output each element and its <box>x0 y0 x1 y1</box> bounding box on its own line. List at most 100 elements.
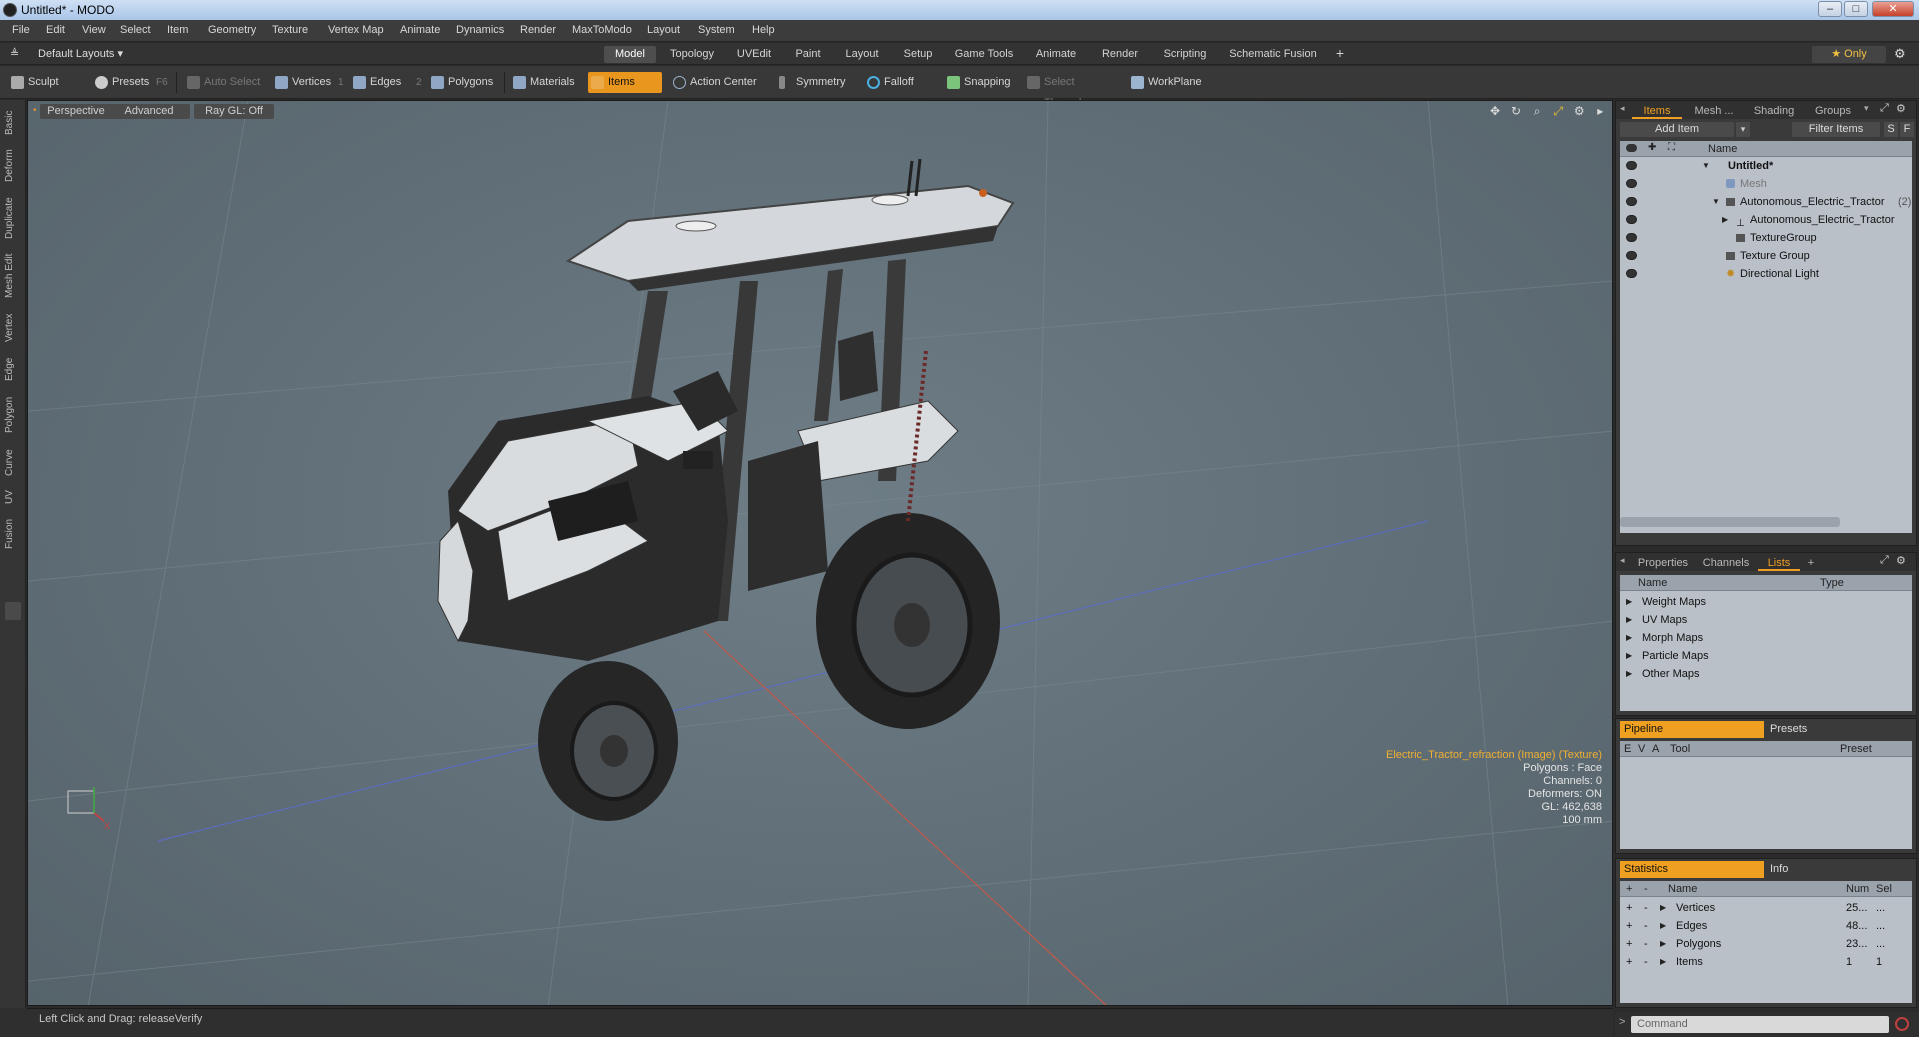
workplane-button[interactable]: WorkPlane <box>1128 72 1208 93</box>
rotate-icon[interactable]: ↻ <box>1509 104 1523 118</box>
menu-render[interactable]: Render <box>520 24 556 36</box>
add-item-dropdown-icon[interactable]: ▾ <box>1736 122 1750 137</box>
menu-item[interactable]: Item <box>167 24 188 36</box>
tab-setup[interactable]: Setup <box>894 46 942 63</box>
expand-arrow-icon[interactable]: ▶ <box>1722 211 1728 229</box>
expand-arrow-icon[interactable]: ▶ <box>1660 917 1666 935</box>
list-item-particle-maps[interactable]: ▶ Particle Maps <box>1620 647 1912 665</box>
tab-info[interactable]: Info <box>1766 861 1906 878</box>
s-button[interactable]: S <box>1884 122 1898 137</box>
remove-button[interactable]: - <box>1644 935 1648 953</box>
only-toggle[interactable]: ★ Only <box>1812 46 1886 63</box>
tab-model[interactable]: Model <box>604 46 656 63</box>
raygl-toggle[interactable]: Ray GL: Off <box>194 104 274 119</box>
item-row-texture-group[interactable]: Texture Group <box>1620 247 1912 265</box>
vtab-mesh-edit[interactable]: Mesh Edit <box>4 250 22 302</box>
tab-animate[interactable]: Animate <box>1026 46 1086 63</box>
expand-arrow-icon[interactable]: ▶ <box>1626 629 1632 647</box>
tab-dropdown-icon[interactable]: ▾ <box>1864 103 1869 114</box>
tab-channels[interactable]: Channels <box>1698 555 1754 571</box>
item-row-tractor-group[interactable]: ▼ Autonomous_Electric_Tractor (2) <box>1620 193 1912 211</box>
command-input[interactable]: Command <box>1631 1016 1889 1033</box>
menu-help[interactable]: Help <box>752 24 775 36</box>
layout-expand-icon[interactable]: ≜ <box>10 47 19 60</box>
menu-dynamics[interactable]: Dynamics <box>456 24 504 36</box>
panel-expand-icon[interactable]: ⤢ <box>1880 554 1889 567</box>
eye-icon[interactable] <box>1626 179 1637 188</box>
fit-icon[interactable]: ⤢ <box>1551 104 1565 118</box>
item-row-texturegroup[interactable]: TextureGroup <box>1620 229 1912 247</box>
vtab-uv[interactable]: UV <box>4 486 22 508</box>
vtab-vertex[interactable]: Vertex <box>4 308 22 348</box>
stats-row-items[interactable]: + - ▶ Items 1 1 <box>1620 953 1912 971</box>
add-panel-tab-button[interactable]: + <box>1804 555 1818 571</box>
remove-button[interactable]: - <box>1644 917 1648 935</box>
zoom-icon[interactable]: ⌕ <box>1530 104 1544 118</box>
add-layout-tab-button[interactable]: + <box>1332 43 1348 61</box>
menu-animate[interactable]: Animate <box>400 24 440 36</box>
materials-button[interactable]: Materials <box>510 72 580 93</box>
tab-topology[interactable]: Topology <box>662 46 722 63</box>
expand-arrow-icon[interactable]: ▼ <box>1712 193 1720 211</box>
auto-select-button[interactable]: Auto Select <box>184 72 264 93</box>
menu-geometry[interactable]: Geometry <box>208 24 256 36</box>
expand-arrow-icon[interactable]: ▶ <box>1660 935 1666 953</box>
remove-button[interactable]: - <box>1644 899 1648 917</box>
add-button[interactable]: + <box>1626 899 1632 917</box>
expand-arrow-icon[interactable]: ▶ <box>1660 899 1666 917</box>
expand-arrow-icon[interactable]: ▶ <box>1626 647 1632 665</box>
presets-button[interactable]: Presets <box>92 72 154 93</box>
expand-arrow-icon[interactable]: ▶ <box>1660 953 1666 971</box>
eye-icon[interactable] <box>1626 269 1637 278</box>
panel-expand-icon[interactable]: ⤢ <box>1880 102 1889 115</box>
menu-edit[interactable]: Edit <box>46 24 65 36</box>
vtab-fusion[interactable]: Fusion <box>4 514 22 554</box>
menu-system[interactable]: System <box>698 24 735 36</box>
pan-icon[interactable]: ✥ <box>1488 104 1502 118</box>
view-type-button[interactable]: Perspective <box>40 104 112 119</box>
record-icon[interactable] <box>1895 1017 1909 1031</box>
item-row-tractor-mesh[interactable]: ▶ ⊥ Autonomous_Electric_Tractor <box>1620 211 1912 229</box>
expand-arrow-icon[interactable]: ▼ <box>1702 157 1710 175</box>
tab-mesh[interactable]: Mesh ... <box>1686 103 1742 119</box>
tab-presets[interactable]: Presets <box>1766 721 1906 738</box>
snapping-button[interactable]: Snapping <box>944 72 1014 93</box>
stats-row-polygons[interactable]: + - ▶ Polygons 23... ... <box>1620 935 1912 953</box>
add-button[interactable]: + <box>1626 953 1632 971</box>
panel-gear-icon[interactable]: ⚙ <box>1896 554 1906 567</box>
expand-arrow-icon[interactable]: ▶ <box>1626 665 1632 683</box>
list-item-weight-maps[interactable]: ▶ Weight Maps <box>1620 593 1912 611</box>
expand-arrow-icon[interactable]: ▶ <box>1626 611 1632 629</box>
list-item-other-maps[interactable]: ▶ Other Maps <box>1620 665 1912 683</box>
close-button[interactable]: ✕ <box>1872 1 1914 17</box>
sculpt-button[interactable]: Sculpt <box>8 72 88 93</box>
vtab-basic[interactable]: Basic <box>4 106 22 140</box>
tab-statistics[interactable]: Statistics <box>1620 861 1764 878</box>
tab-items[interactable]: Items <box>1632 103 1682 119</box>
tab-properties[interactable]: Properties <box>1632 555 1694 571</box>
tab-pipeline[interactable]: Pipeline <box>1620 721 1764 738</box>
remove-button[interactable]: - <box>1644 953 1648 971</box>
shading-mode-button[interactable]: Advanced <box>108 104 190 119</box>
items-button[interactable]: Items <box>588 72 662 93</box>
menu-maxtomodo[interactable]: MaxToModo <box>572 24 632 36</box>
vtab-polygon[interactable]: Polygon <box>4 390 22 440</box>
eye-icon[interactable] <box>1626 161 1637 170</box>
tab-render[interactable]: Render <box>1092 46 1148 63</box>
filter-items-button[interactable]: Filter Items <box>1792 122 1880 137</box>
tab-scripting[interactable]: Scripting <box>1154 46 1216 63</box>
action-center-button[interactable]: Action Center <box>670 72 770 93</box>
stats-row-vertices[interactable]: + - ▶ Vertices 25... ... <box>1620 899 1912 917</box>
tab-uvedit[interactable]: UVEdit <box>728 46 780 63</box>
panel-toggle-button[interactable] <box>5 602 21 620</box>
vtab-edge[interactable]: Edge <box>4 354 22 384</box>
edges-button[interactable]: Edges <box>350 72 406 93</box>
vtab-duplicate[interactable]: Duplicate <box>4 192 22 244</box>
polygons-button[interactable]: Polygons <box>428 72 500 93</box>
f-button[interactable]: F <box>1900 122 1914 137</box>
add-item-button[interactable]: Add Item <box>1620 122 1734 137</box>
add-button[interactable]: + <box>1626 917 1632 935</box>
tab-game-tools[interactable]: Game Tools <box>948 46 1020 63</box>
layout-selector[interactable]: Default Layouts ▾ <box>38 47 123 60</box>
list-item-uv-maps[interactable]: ▶ UV Maps <box>1620 611 1912 629</box>
